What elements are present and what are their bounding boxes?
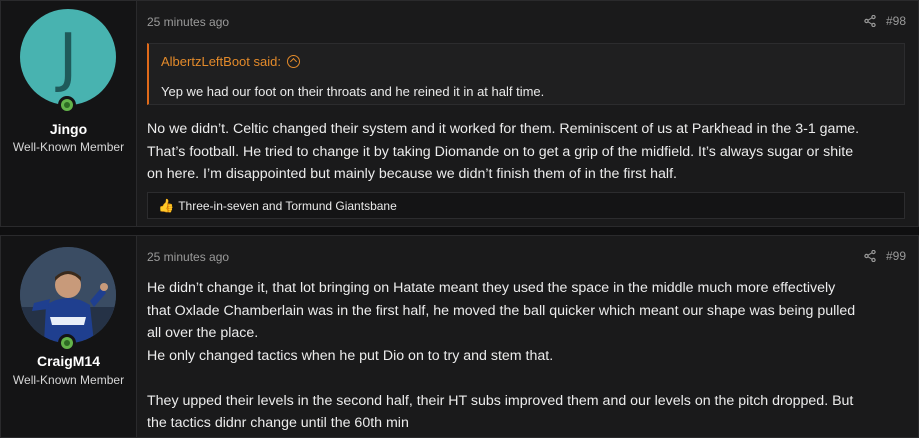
quote-text: Yep we had our foot on their throats and… bbox=[161, 84, 545, 99]
body-line: That’s football. He tried to change it b… bbox=[147, 143, 854, 160]
quote-block: AlbertzLeftBoot said: Yep we had our foo… bbox=[147, 43, 905, 105]
body-line: He only changed tactics when he put Dio … bbox=[147, 347, 554, 364]
post-actions: #98 bbox=[864, 14, 906, 28]
share-icon[interactable] bbox=[864, 250, 876, 262]
body-line: He didn’t change it, that lot bringing o… bbox=[147, 280, 836, 296]
avatar-photo bbox=[20, 247, 116, 343]
post-actions: #99 bbox=[864, 249, 906, 263]
user-column: J Jingo Well-Known Member bbox=[1, 1, 137, 226]
avatar-letter: J bbox=[58, 21, 78, 95]
body-line: that Oxlade Chamberlain was in the first… bbox=[147, 302, 856, 319]
share-icon[interactable] bbox=[864, 15, 876, 27]
quote-header[interactable]: AlbertzLeftBoot said: bbox=[161, 54, 300, 69]
post-body: No we didn’t. Celtic changed their syste… bbox=[147, 118, 906, 186]
reactions-bar[interactable]: 👍 Three-in-seven and Tormund Giantsbane bbox=[147, 192, 905, 219]
username[interactable]: CraigM14 bbox=[1, 353, 136, 369]
online-status-icon bbox=[58, 96, 76, 114]
post-98: J Jingo Well-Known Member 25 minutes ago… bbox=[0, 0, 919, 227]
username[interactable]: Jingo bbox=[1, 121, 136, 137]
post-content: 25 minutes ago #98 AlbertzLeftBoot said:… bbox=[147, 1, 906, 226]
quote-author[interactable]: AlbertzLeftBoot said: bbox=[161, 54, 281, 69]
post-timestamp[interactable]: 25 minutes ago bbox=[147, 250, 229, 264]
post-number[interactable]: #99 bbox=[886, 249, 906, 263]
avatar[interactable] bbox=[20, 247, 116, 343]
body-line: all over the place. bbox=[147, 325, 259, 341]
user-column: CraigM14 Well-Known Member bbox=[1, 236, 137, 437]
body-line: No we didn’t. Celtic changed their syste… bbox=[147, 121, 860, 137]
like-icon: 👍 bbox=[158, 197, 175, 213]
body-line: on here. I’m disappointed but mainly bec… bbox=[147, 166, 677, 182]
user-title: Well-Known Member bbox=[12, 140, 125, 154]
reactions-text[interactable]: Three-in-seven and Tormund Giantsbane bbox=[178, 199, 397, 213]
user-title: Well-Known Member bbox=[12, 373, 125, 387]
body-line: They upped their levels in the second ha… bbox=[147, 392, 854, 409]
post-content: 25 minutes ago #99 He didn’t change it, … bbox=[147, 236, 906, 437]
post-timestamp[interactable]: 25 minutes ago bbox=[147, 15, 229, 29]
avatar[interactable]: J bbox=[20, 9, 116, 105]
body-line bbox=[147, 367, 906, 390]
post-99: CraigM14 Well-Known Member 25 minutes ag… bbox=[0, 235, 919, 438]
body-line: the tactics didnr change until the 60th … bbox=[147, 415, 409, 431]
online-status-icon bbox=[58, 334, 76, 352]
go-to-quote-icon[interactable] bbox=[286, 55, 300, 68]
post-body: He didn’t change it, that lot bringing o… bbox=[147, 277, 906, 435]
post-number[interactable]: #98 bbox=[886, 14, 906, 28]
